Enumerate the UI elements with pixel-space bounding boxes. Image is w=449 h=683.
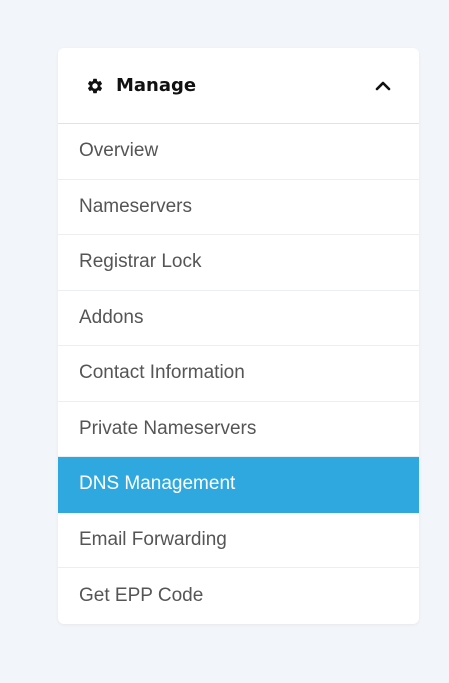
panel-title: Manage	[116, 75, 197, 96]
manage-menu: Overview Nameservers Registrar Lock Addo…	[58, 124, 419, 624]
menu-item-registrar-lock[interactable]: Registrar Lock	[58, 235, 419, 291]
gear-icon	[86, 77, 104, 95]
menu-item-dns-management[interactable]: DNS Management	[58, 457, 419, 513]
header-left: Manage	[86, 75, 196, 96]
manage-panel: Manage Overview Nameservers Registrar Lo…	[58, 48, 419, 624]
menu-item-private-nameservers[interactable]: Private Nameservers	[58, 402, 419, 457]
menu-item-contact-information[interactable]: Contact Information	[58, 346, 419, 402]
menu-item-addons[interactable]: Addons	[58, 291, 419, 346]
menu-item-email-forwarding[interactable]: Email Forwarding	[58, 513, 419, 568]
chevron-up-icon[interactable]	[374, 77, 392, 95]
manage-panel-header[interactable]: Manage	[58, 48, 419, 124]
menu-item-get-epp-code[interactable]: Get EPP Code	[58, 568, 419, 624]
menu-item-nameservers[interactable]: Nameservers	[58, 180, 419, 235]
menu-item-overview[interactable]: Overview	[58, 124, 419, 180]
